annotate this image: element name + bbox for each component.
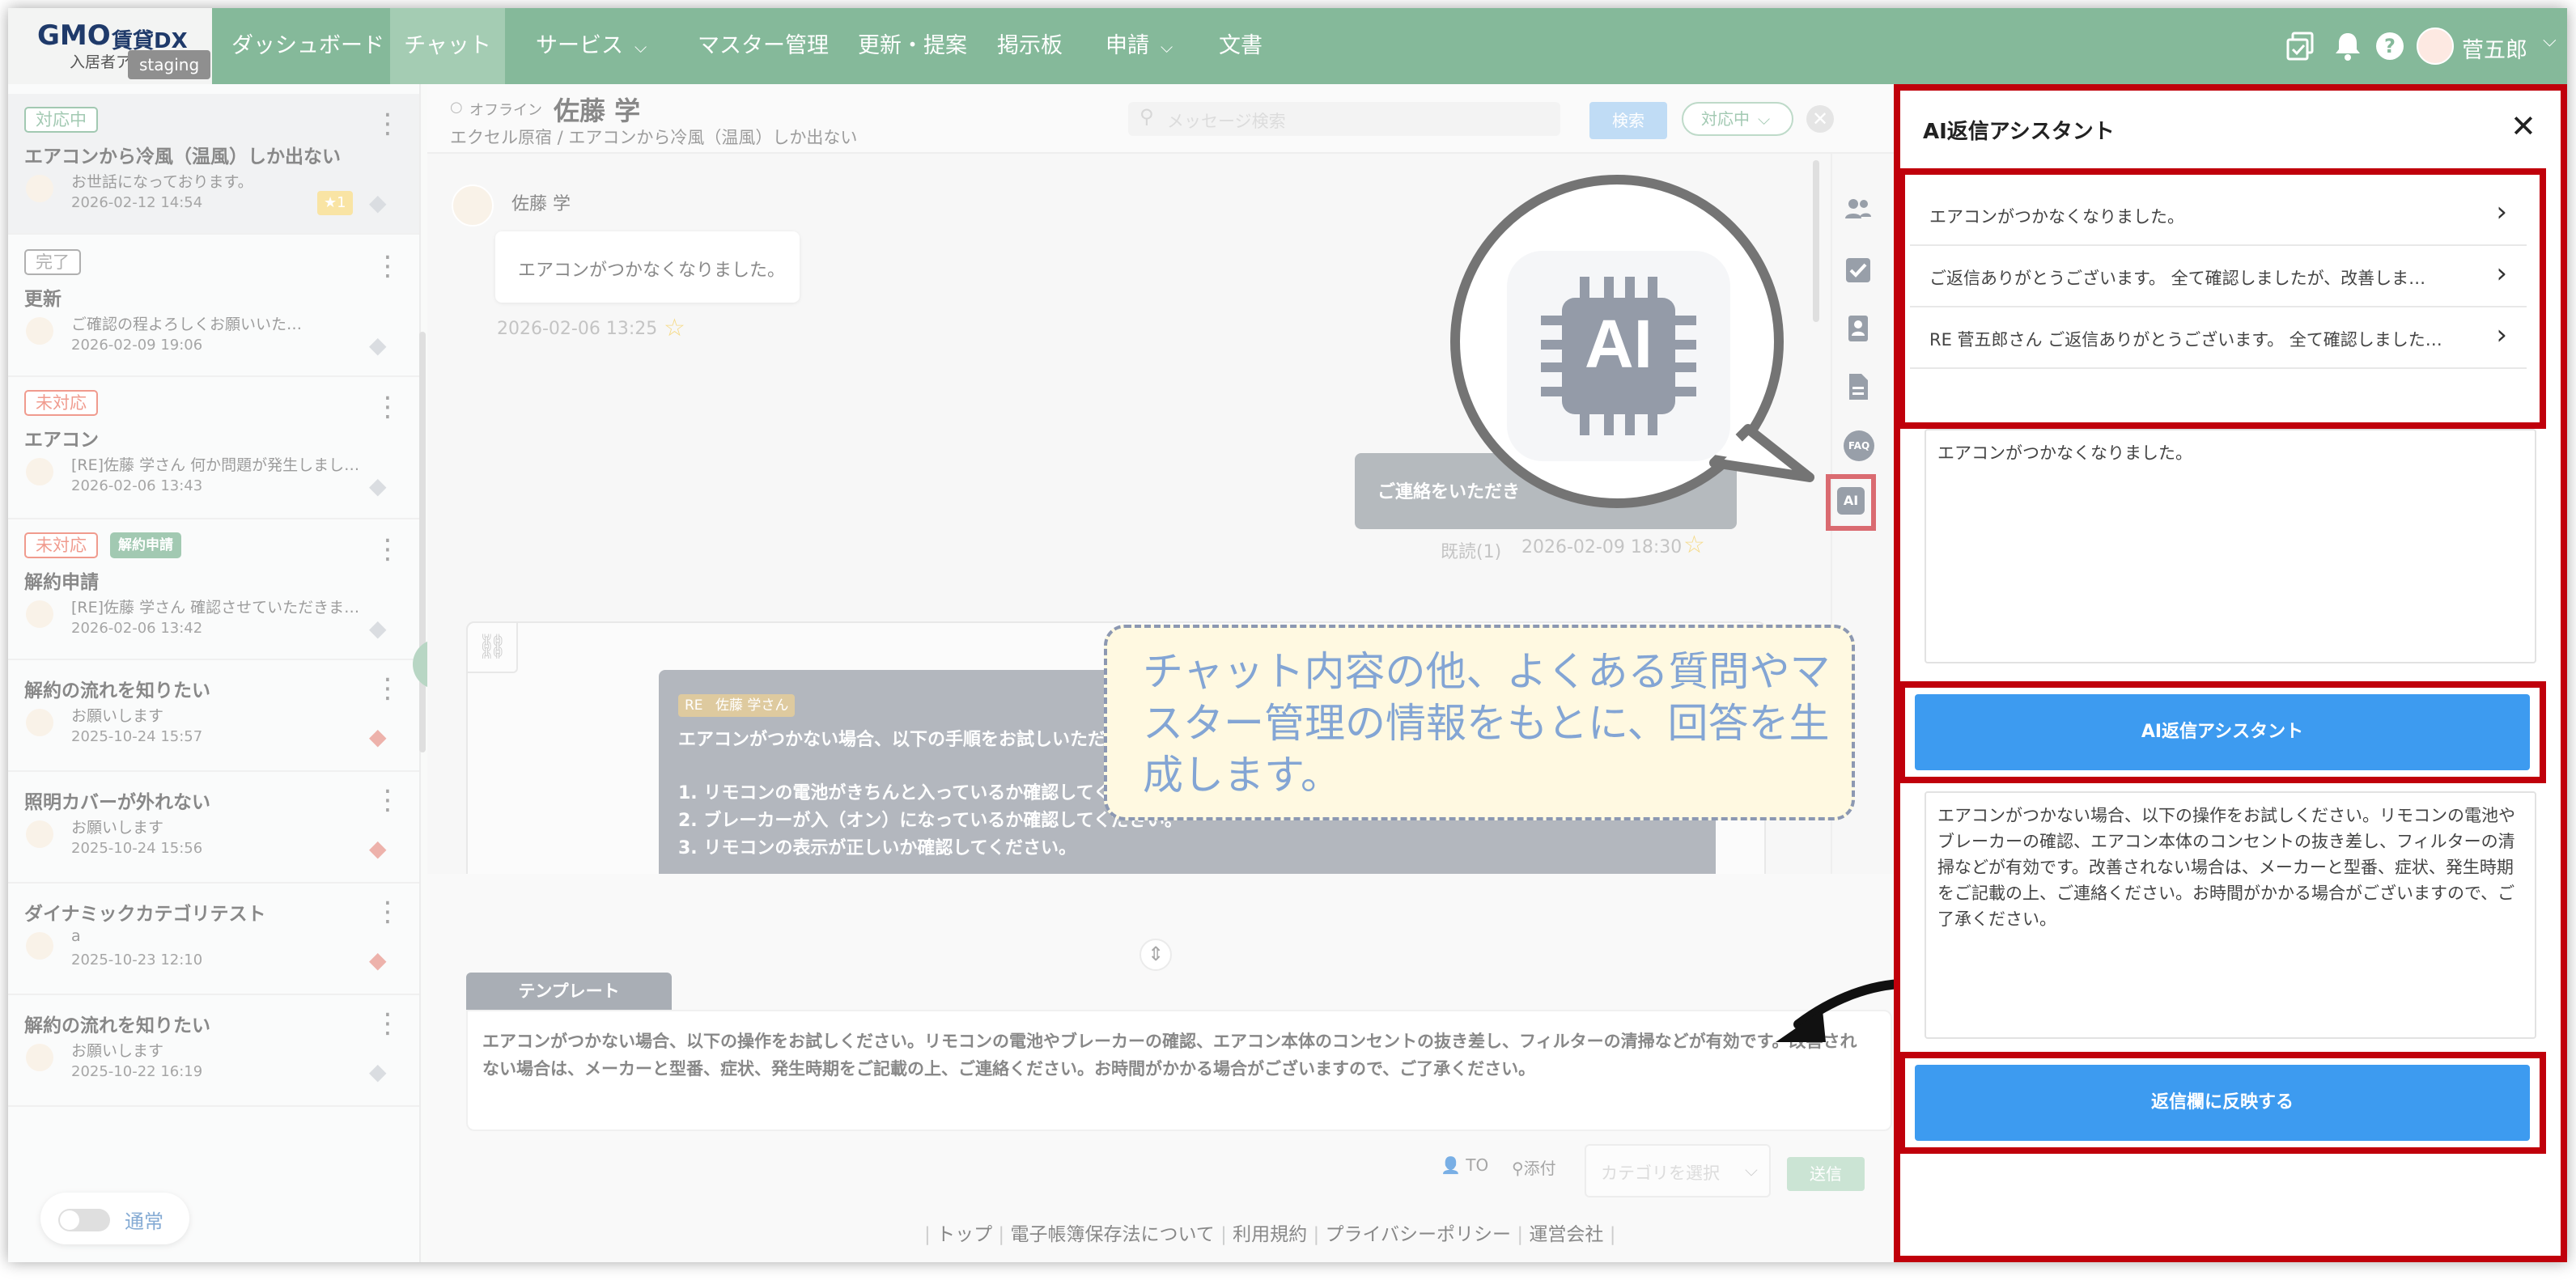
nav-application-label: 申請 (1106, 33, 1149, 58)
help-icon[interactable]: ? (2376, 32, 2404, 60)
nav-dashboard[interactable]: ダッシュボード (231, 8, 384, 84)
logo-brand: GMO (37, 19, 111, 52)
chevron-down-icon: ⌵ (1161, 37, 1173, 57)
nav-documents[interactable]: 文書 (1219, 8, 1263, 84)
user-name[interactable]: 菅五郎 (2462, 32, 2527, 64)
nav-service-label: サービス (536, 33, 623, 58)
nav-service[interactable]: サービス ⌵ (536, 8, 647, 84)
nav-master[interactable]: マスター管理 (698, 8, 829, 84)
ai-panel-highlight (1894, 84, 2567, 1262)
logo[interactable]: GMO 賃貸DX 入居者アプ staging (8, 8, 212, 84)
nav-chat[interactable]: チャット (390, 8, 505, 84)
bell-icon[interactable] (2334, 31, 2362, 61)
top-navigation-bar: GMO 賃貸DX 入居者アプ staging ダッシュボード チャット サービス… (8, 8, 2567, 84)
modal-dim-overlay (8, 84, 1894, 1262)
app-window: GMO 賃貸DX 入居者アプ staging ダッシュボード チャット サービス… (8, 8, 2567, 1262)
chevron-down-icon: ⌵ (634, 37, 647, 57)
env-badge: staging (128, 50, 211, 79)
copy-check-icon[interactable] (2285, 31, 2316, 61)
nav-board[interactable]: 掲示板 (997, 8, 1063, 84)
chevron-down-icon[interactable]: ⌵ (2543, 31, 2557, 51)
nav-renewal[interactable]: 更新・提案 (858, 8, 967, 84)
nav-application[interactable]: 申請 ⌵ (1106, 8, 1173, 84)
avatar[interactable] (2417, 28, 2454, 65)
